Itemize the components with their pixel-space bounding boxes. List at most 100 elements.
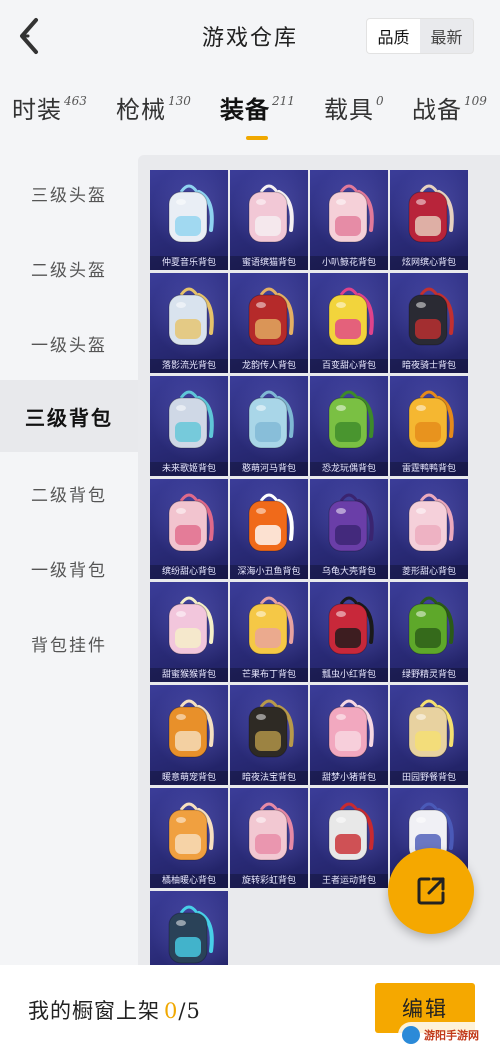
item-name: 雷霆鸭鸭背包 (390, 462, 468, 476)
backpack-icon (408, 493, 454, 552)
backpack-item[interactable]: 未来歌姬背包 (150, 376, 228, 476)
backpack-icon (248, 596, 294, 655)
sort-option-latest[interactable]: 最新 (420, 19, 473, 53)
item-name: 蜜语缤猫背包 (230, 256, 308, 270)
top-header: 游戏仓库 品质 最新 (0, 0, 500, 78)
backpack-icon (248, 184, 294, 243)
backpack-item[interactable]: 龙韵传人背包 (230, 273, 308, 373)
item-name: 芒果布丁背包 (230, 668, 308, 682)
sidebar-item-lv1-helmet[interactable]: 一级头盔 (0, 307, 138, 379)
item-name: 暗夜法宝背包 (230, 771, 308, 785)
backpack-icon (328, 390, 374, 449)
item-name: 小叭鲸花背包 (310, 256, 388, 270)
backpack-item[interactable]: 暗夜骑士背包 (390, 273, 468, 373)
item-name: 乌龟大壳背包 (310, 565, 388, 579)
backpack-icon (168, 699, 214, 758)
backpack-item[interactable]: 乌龟大壳背包 (310, 479, 388, 579)
backpack-icon (168, 390, 214, 449)
backpack-item[interactable]: 甜蜜猴猴背包 (150, 582, 228, 682)
showcase-label: 我的橱窗上架 0/5 (28, 995, 201, 1025)
backpack-item[interactable]: 田园野餐背包 (390, 685, 468, 785)
item-name: 暖意萌宠背包 (150, 771, 228, 785)
backpack-icon (248, 390, 294, 449)
tab-count: 0 (376, 94, 384, 108)
item-name: 菱形甜心背包 (390, 565, 468, 579)
backpack-item[interactable]: 炫网缤心背包 (390, 170, 468, 270)
tab-label: 时装 (12, 96, 62, 124)
tab-label: 战备 (412, 96, 462, 124)
sidebar-item-lv3-backpack[interactable]: 三级背包 (0, 380, 138, 452)
backpack-item[interactable]: 仲夏音乐背包 (150, 170, 228, 270)
backpack-item[interactable]: 橘柚暖心背包 (150, 788, 228, 888)
edit-share-fab[interactable] (388, 848, 474, 934)
watermark-text: 游阳手游网 (424, 1029, 479, 1042)
tab-fashion[interactable]: 时装 463 (12, 90, 87, 146)
tab-count: 130 (168, 94, 191, 108)
item-name: 恐龙玩偶背包 (310, 462, 388, 476)
backpack-icon (328, 184, 374, 243)
item-name: 橘柚暖心背包 (150, 874, 228, 888)
backpack-item[interactable]: 落影流光背包 (150, 273, 228, 373)
backpack-icon (408, 287, 454, 346)
watermark: 游阳手游网 (398, 1022, 498, 1048)
backpack-icon (328, 493, 374, 552)
item-name: 百变甜心背包 (310, 359, 388, 373)
tab-guns[interactable]: 枪械 130 (116, 90, 191, 146)
backpack-item[interactable]: 旋转彩虹背包 (230, 788, 308, 888)
sort-option-quality[interactable]: 品质 (367, 19, 420, 53)
backpack-item[interactable]: 憨萌河马背包 (230, 376, 308, 476)
backpack-icon (328, 802, 374, 861)
tab-label: 装备 (220, 95, 270, 124)
backpack-icon (328, 699, 374, 758)
watermark-logo-icon (402, 1026, 420, 1044)
backpack-item[interactable]: 甜梦小猪背包 (310, 685, 388, 785)
backpack-item[interactable]: 菱形甜心背包 (390, 479, 468, 579)
backpack-icon (168, 802, 214, 861)
item-grid-panel: 仲夏音乐背包 蜜语缤猫背包 小叭鲸花背包 炫网缤心背包落影流光背包 龙韵传人背包 百变甜心… (138, 155, 500, 965)
backpack-icon (408, 596, 454, 655)
sidebar-item-lv2-backpack[interactable]: 二级背包 (0, 457, 138, 529)
item-name: 田园野餐背包 (390, 771, 468, 785)
backpack-icon (328, 287, 374, 346)
backpack-icon (248, 802, 294, 861)
backpack-item[interactable]: 蜜语缤猫背包 (230, 170, 308, 270)
backpack-item[interactable]: 芒果布丁背包 (230, 582, 308, 682)
active-tab-indicator (246, 136, 268, 140)
backpack-item[interactable]: 王者运动背包 (310, 788, 388, 888)
tab-tactical[interactable]: 战备 109 (412, 90, 487, 146)
item-name: 暗夜骑士背包 (390, 359, 468, 373)
tab-label: 枪械 (116, 96, 166, 124)
backpack-item[interactable]: 百变甜心背包 (310, 273, 388, 373)
tab-count: 109 (464, 94, 487, 108)
backpack-item[interactable]: 恐龙玩偶背包 (310, 376, 388, 476)
tab-count: 463 (64, 94, 87, 108)
backpack-item[interactable]: 绿野精灵背包 (390, 582, 468, 682)
item-name: 深海小丑鱼背包 (230, 565, 308, 579)
item-name: 炫网缤心背包 (390, 256, 468, 270)
item-name: 王者运动背包 (310, 874, 388, 888)
sidebar-item-lv2-helmet[interactable]: 二级头盔 (0, 232, 138, 304)
tab-vehicles[interactable]: 载具 0 (324, 90, 384, 146)
backpack-item[interactable]: 暖意萌宠背包 (150, 685, 228, 785)
backpack-item[interactable]: 缤纷甜心背包 (150, 479, 228, 579)
item-name: 绿野精灵背包 (390, 668, 468, 682)
subcategory-sidebar: 三级头盔 二级头盔 一级头盔 三级背包 二级背包 一级背包 背包挂件 (0, 155, 138, 965)
sidebar-item-lv1-backpack[interactable]: 一级背包 (0, 532, 138, 604)
backpack-icon (168, 596, 214, 655)
sidebar-item-backpack-charm[interactable]: 背包挂件 (0, 607, 138, 679)
item-name: 旋转彩虹背包 (230, 874, 308, 888)
item-name: 甜梦小猪背包 (310, 771, 388, 785)
showcase-count: 0/5 (164, 999, 201, 1023)
item-name: 仲夏音乐背包 (150, 256, 228, 270)
backpack-item[interactable]: 暗夜法宝背包 (230, 685, 308, 785)
backpack-item[interactable]: 深海小丑鱼背包 (230, 479, 308, 579)
backpack-icon (408, 699, 454, 758)
backpack-item[interactable] (150, 891, 228, 965)
backpack-item[interactable]: 小叭鲸花背包 (310, 170, 388, 270)
backpack-item[interactable]: 雷霆鸭鸭背包 (390, 376, 468, 476)
backpack-icon (168, 493, 214, 552)
sort-toggle: 品质 最新 (366, 18, 474, 54)
sidebar-item-lv3-helmet[interactable]: 三级头盔 (0, 157, 138, 229)
item-name: 缤纷甜心背包 (150, 565, 228, 579)
backpack-item[interactable]: 瓢虫小红背包 (310, 582, 388, 682)
